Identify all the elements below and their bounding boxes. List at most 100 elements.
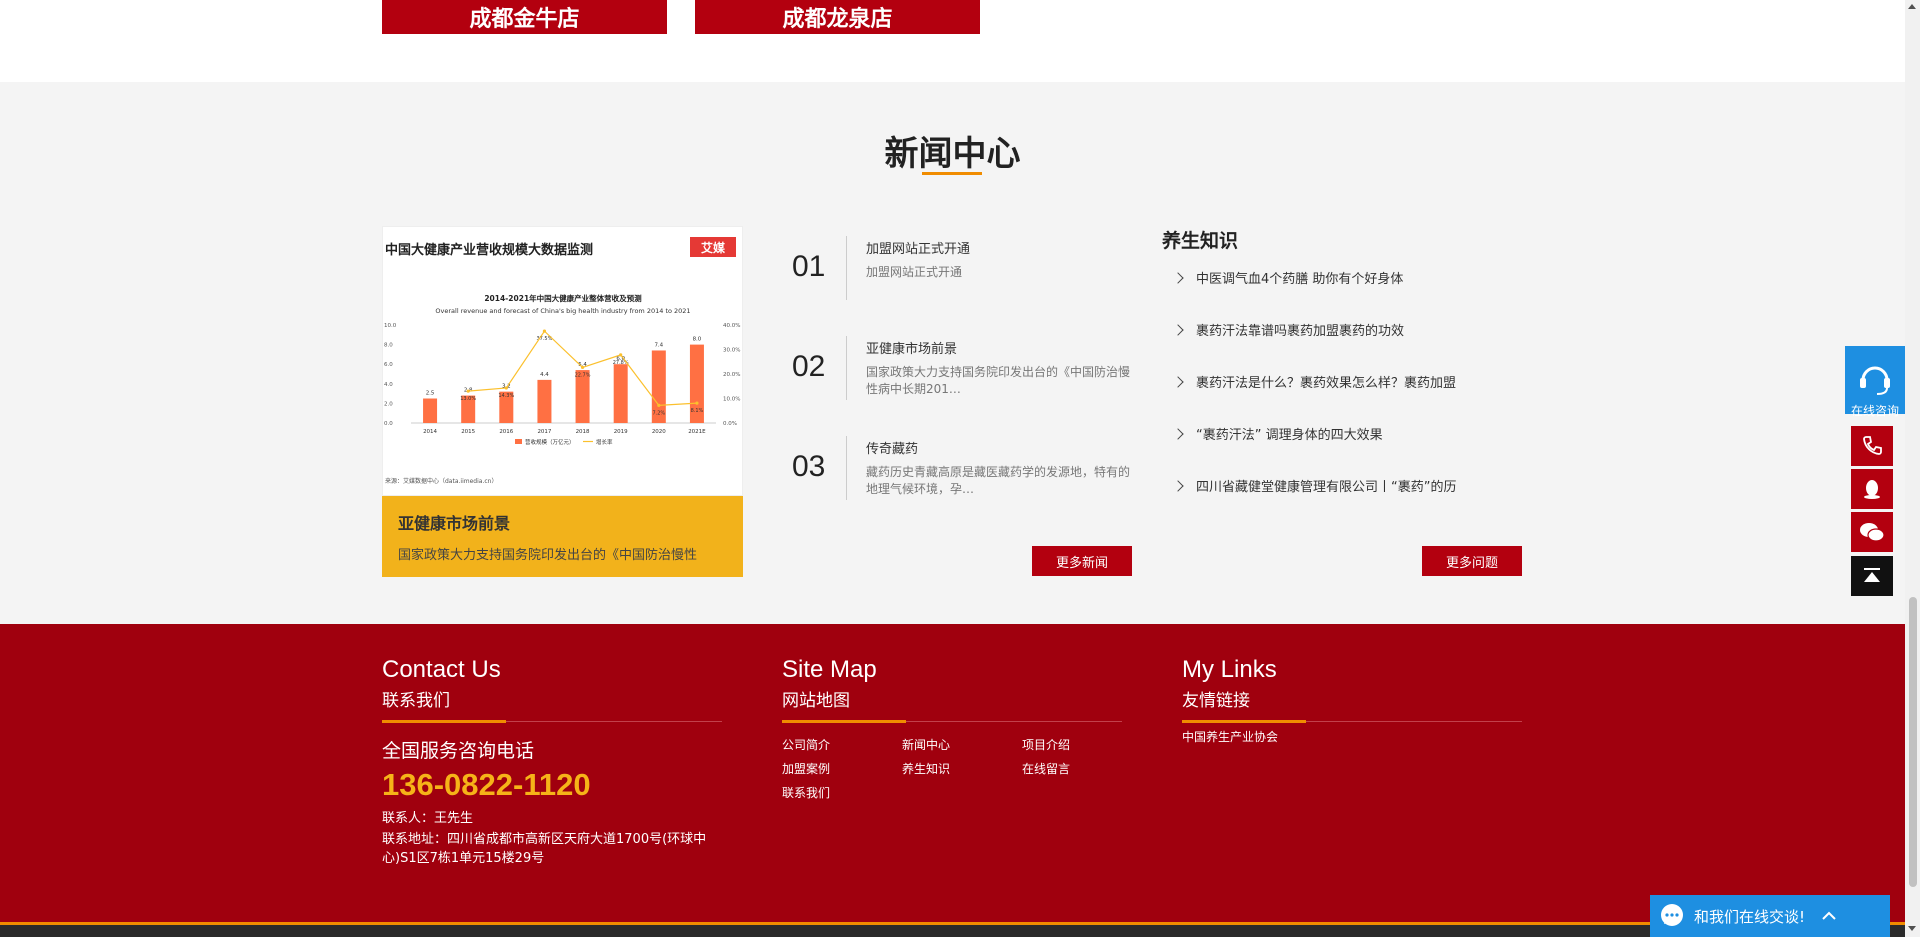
sitemap-link-about[interactable]: 公司简介 [782,736,830,753]
x-tick-label: 2020 [652,429,666,435]
knowledge-item[interactable]: “裹药汗法” 调理身体的四大效果 [1172,424,1383,443]
y-tick-right: 10.0% [723,397,740,403]
knowledge-item[interactable]: 四川省藏健堂健康管理有限公司丨“裹药”的历 [1172,476,1456,495]
y-tick-left: 6.0 [384,362,393,368]
line-data-label: 7.2% [652,410,665,416]
sitemap-link-news[interactable]: 新闻中心 [902,736,950,753]
y-tick-left: 10.0 [384,323,397,329]
featured-news-image[interactable]: 中国大健康产业营收规模大数据监测 艾媒 2014-2021年中国大健康产业整体营… [382,226,743,496]
health-knowledge: 养生知识 中医调气血4个药膳 助你有个好身体 裹药汗法靠谱吗裹药加盟裹药的功效 … [1162,226,1522,495]
line-data-label: 8.1% [691,408,704,414]
news-list-item[interactable]: 02 亚健康市场前景 国家政策大力支持国务院印发出台的《中国防治慢性病中长期20… [782,336,1132,402]
bar [613,364,628,423]
x-tick-label: 2019 [614,429,628,435]
contact-title-cn: 联系我们 [382,691,450,711]
y-tick-right: 40.0% [723,323,740,329]
sitemap-link-cases[interactable]: 加盟案例 [782,760,830,777]
friend-link[interactable]: 中国养生产业协会 [1182,728,1522,745]
featured-news-title[interactable]: 亚健康市场前景 [398,510,727,534]
knowledge-item[interactable]: 中医调气血4个药膳 助你有个好身体 [1172,268,1403,287]
x-tick-label: 2018 [576,429,590,435]
news-divider [846,336,847,400]
news-item-desc: 加盟网站正式开通 [866,265,963,279]
bar-data-label: 8.0 [693,337,702,343]
phone-button[interactable] [1851,426,1893,466]
knowledge-item-label[interactable]: 裹药汗法是什么？裹药效果怎么样？裹药加盟 [1196,376,1456,391]
x-tick-label: 2017 [537,429,551,435]
featured-news-desc: 国家政策大力支持国务院印发出台的《中国防治慢性 [398,548,698,563]
knowledge-item[interactable]: 裹药汗法是什么？裹药效果怎么样？裹药加盟 [1172,372,1456,391]
y-tick-right: 20.0% [723,372,740,378]
news-item-title[interactable]: 亚健康市场前景 [866,338,957,357]
online-consult-button[interactable]: 在线咨询 [1845,346,1905,418]
hotline-number[interactable]: 136-0822-1120 [382,767,722,803]
wechat-button[interactable] [1851,512,1893,552]
line-data-label: 14.3% [498,393,514,399]
sitemap-title-cn: 网站地图 [782,691,850,711]
knowledge-item-label[interactable]: 裹药汗法靠谱吗裹药加盟裹药的功效 [1196,324,1404,339]
knowledge-item[interactable]: 裹药汗法靠谱吗裹药加盟裹药的功效 [1172,320,1404,339]
scroll-down-icon[interactable] [1908,926,1916,931]
x-tick-label: 2014 [423,429,437,435]
y-tick-left: 8.0 [384,343,393,349]
online-consult-label: 在线咨询 [1850,404,1899,418]
x-tick-label: 2021E [688,429,706,435]
scroll-thumb[interactable] [1909,597,1917,887]
chat-bubble-icon [1661,904,1683,926]
featured-news-caption[interactable]: 亚健康市场前景 国家政策大力支持国务院印发出台的《中国防治慢性 [382,496,743,577]
chart-title: 2014-2021年中国大健康产业整体营收及预测 [484,293,642,303]
news-list-item[interactable]: 03 传奇藏药 藏药历史青藏高原是藏医藏药学的发源地，特有的地理气候环境，孕… [782,436,1132,502]
revenue-chart: 2014-2021年中国大健康产业整体营收及预测 Overall revenue… [384,293,740,485]
y-tick-right: 0.0% [723,421,737,427]
knowledge-item-label[interactable]: 四川省藏健堂健康管理有限公司丨“裹药”的历 [1196,480,1456,495]
x-tick-label: 2016 [499,429,513,435]
chevron-right-icon [1172,324,1184,336]
bar [423,398,438,423]
legend-label-bar: 营收规模（万亿元） [525,438,575,446]
knowledge-item-label[interactable]: “裹药汗法” 调理身体的四大效果 [1196,428,1383,443]
links-title-en: My Links [1182,656,1277,683]
news-item-title[interactable]: 加盟网站正式开通 [866,238,970,257]
chevron-right-icon [1172,480,1184,492]
sitemap-link-projects[interactable]: 项目介绍 [1022,736,1070,753]
news-center-title: 新闻中心 [884,134,1021,174]
live-chat-bar[interactable]: 和我们在线交谈! [1650,895,1890,937]
chevron-up-icon [1822,911,1836,920]
x-tick-label: 2015 [461,429,475,435]
page-scrollbar[interactable] [1905,0,1920,937]
title-underline [922,172,982,175]
contact-title-en: Contact Us [382,656,501,683]
featured-news[interactable]: 中国大健康产业营收规模大数据监测 艾媒 2014-2021年中国大健康产业整体营… [382,226,743,577]
sitemap-link-knowledge[interactable]: 养生知识 [902,760,950,777]
sitemap-link-contact[interactable]: 联系我们 [782,784,830,801]
line-data-label: 22.7% [575,372,591,378]
knowledge-item-label[interactable]: 中医调气血4个药膳 助你有个好身体 [1196,272,1403,287]
legend-label-line: 增长率 [596,438,613,446]
y-tick-left: 4.0 [384,382,393,388]
contact-address: 联系地址：四川省成都市高新区天府大道1700号(环球中心)S1区7栋1单元15楼… [382,832,707,866]
arrow-up-icon [1864,568,1880,582]
chevron-right-icon [1172,376,1184,388]
news-divider [846,436,847,500]
news-list-item[interactable]: 01 加盟网站正式开通 加盟网站正式开通 [782,236,1132,302]
footer-contact: Contact Us 联系我们 全国服务咨询电话 136-0822-1120 联… [382,656,722,868]
news-item-title[interactable]: 传奇藏药 [866,438,918,457]
knowledge-title: 养生知识 [1162,230,1239,252]
chevron-right-icon [1172,272,1184,284]
more-questions-button[interactable]: 更多问题 [1422,546,1522,576]
chart-subtitle: Overall revenue and forecast of China's … [435,307,690,315]
qq-icon [1864,480,1880,499]
news-divider [846,236,847,300]
phone-icon [1863,436,1882,455]
store-button-longquan[interactable]: 成都龙泉店 [695,0,980,34]
qq-button[interactable] [1851,469,1893,509]
bar-data-label: 2.5 [426,391,435,397]
sitemap-link-message[interactable]: 在线留言 [1022,760,1070,777]
scroll-up-icon[interactable] [1908,4,1916,9]
friend-links: 中国养生产业协会 [1182,728,1522,745]
back-to-top-button[interactable] [1851,556,1893,596]
wechat-icon [1860,523,1885,542]
store-button-jinniu[interactable]: 成都金牛店 [382,0,667,34]
news-section: 新闻中心 中国大健康产业营收规模大数据监测 艾媒 2014-2021年中国大健康… [0,82,1905,624]
more-news-button[interactable]: 更多新闻 [1032,546,1132,576]
